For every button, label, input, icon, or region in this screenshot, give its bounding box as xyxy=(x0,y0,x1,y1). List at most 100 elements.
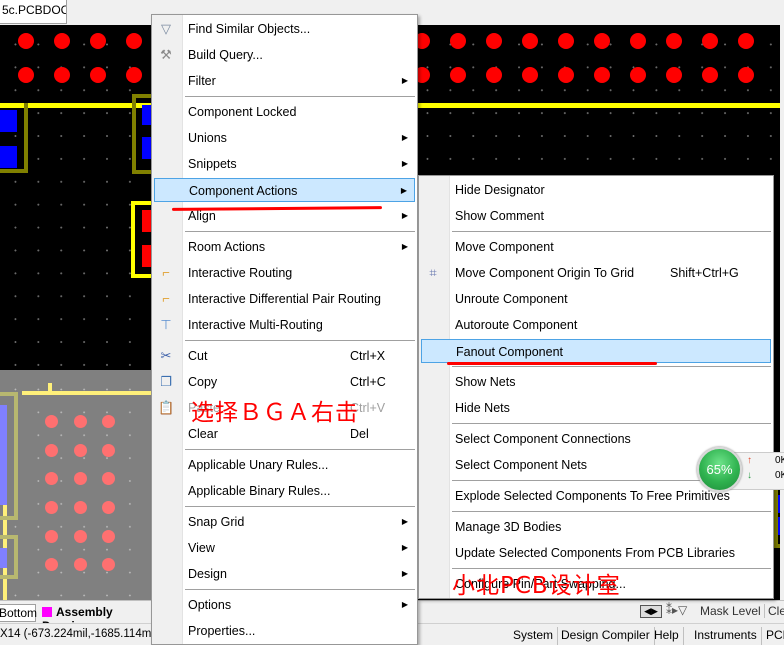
panel-button-system[interactable]: System xyxy=(509,627,559,645)
network-speed-widget[interactable]: 65% ↑ ↓ 0K/s 0K/s xyxy=(697,447,784,492)
download-arrow-icon: ↓ xyxy=(747,470,752,481)
menu-item-label: Update Selected Components From PCB Libr… xyxy=(455,546,735,560)
menu-item-view[interactable]: View ▶ xyxy=(154,536,415,560)
upload-speed: 0K/s xyxy=(775,455,784,466)
menu-item-label: Component Actions xyxy=(189,184,298,198)
annotation-underline xyxy=(447,362,657,365)
bga-pad xyxy=(45,530,58,543)
submenu-arrow-icon: ▶ xyxy=(400,186,407,195)
menu-item-move-component[interactable]: Move Component xyxy=(421,235,771,259)
bga-pad xyxy=(74,444,87,457)
layer-tab-bottom[interactable]: Bottom xyxy=(0,604,37,622)
submenu-arrow-icon: ▶ xyxy=(401,76,408,85)
funnel-icon: ▽ xyxy=(161,21,171,36)
menu-item-properties[interactable]: Properties... xyxy=(154,619,415,643)
menu-item-find-similar-objects[interactable]: ▽ Find Similar Objects... xyxy=(154,17,415,41)
coordinate-readout: X14 (-673.224mil,-1685.114mil) o xyxy=(0,628,170,640)
menu-item-label: Options xyxy=(188,598,232,612)
menu-item-applicable-unary-rules[interactable]: Applicable Unary Rules... xyxy=(154,453,415,477)
menu-item-show-nets[interactable]: Show Nets xyxy=(421,370,771,394)
paste-icon: 📋 xyxy=(158,400,175,415)
menu-item-filter[interactable]: Filter ▶ xyxy=(154,69,415,93)
pad xyxy=(702,67,718,83)
scissors-icon: ✂ xyxy=(160,348,172,363)
menu-item-label: Room Actions xyxy=(188,240,266,254)
menu-item-label: Unroute Component xyxy=(455,292,568,306)
menu-item-shortcut: Shift+Ctrl+G xyxy=(670,266,739,280)
submenu-arrow-icon: ▶ xyxy=(401,600,408,609)
menu-item-hide-designator[interactable]: Hide Designator xyxy=(421,178,771,202)
panel-button-instruments[interactable]: Instruments xyxy=(690,627,762,645)
menu-item-label: Manage 3D Bodies xyxy=(455,520,562,534)
menu-item-label: Hide Nets xyxy=(455,401,510,415)
menu-item-label: Snap Grid xyxy=(188,515,245,529)
menu-item-build-query[interactable]: ⚒ Build Query... xyxy=(154,43,415,67)
menu-item-unroute-component[interactable]: Unroute Component xyxy=(421,287,771,311)
menu-item-cut[interactable]: ✂ Cut Ctrl+X xyxy=(154,344,415,368)
menu-separator xyxy=(185,231,415,232)
copy-icon: ❐ xyxy=(160,374,172,389)
pad xyxy=(702,33,718,49)
menu-item-snippets[interactable]: Snippets ▶ xyxy=(154,152,415,176)
bga-area xyxy=(0,370,152,600)
route-icon: ⌐ xyxy=(162,265,170,280)
bga-pad xyxy=(45,558,58,571)
menu-item-label: Applicable Unary Rules... xyxy=(188,458,329,472)
menu-item-snap-grid[interactable]: Snap Grid ▶ xyxy=(154,510,415,534)
smd-pad-dimmed xyxy=(0,548,7,568)
layer-nav-arrows[interactable]: ◀▶ xyxy=(640,605,662,618)
menu-item-unions[interactable]: Unions ▶ xyxy=(154,126,415,150)
trace-dimmed xyxy=(48,383,52,395)
bga-pad xyxy=(45,472,58,485)
menu-item-fanout-component[interactable]: Fanout Component xyxy=(421,339,771,363)
menu-item-interactive-differential-pair-routing[interactable]: ⌐ Interactive Differential Pair Routing xyxy=(154,287,415,311)
trace-dimmed xyxy=(22,391,152,395)
menu-item-move-component-origin-to-grid[interactable]: ⌗ Move Component Origin To Grid Shift+Ctrl… xyxy=(421,261,771,285)
menu-item-hide-nets[interactable]: Hide Nets xyxy=(421,396,771,420)
bga-pad xyxy=(74,530,87,543)
bga-pad xyxy=(74,472,87,485)
pad xyxy=(630,67,646,83)
menu-item-show-comment[interactable]: Show Comment xyxy=(421,204,771,228)
panel-button-pcb[interactable]: PCB xyxy=(762,627,784,645)
diff-pair-route-icon: ⌐ xyxy=(162,291,170,306)
layer-tab-assembly[interactable]: Assembly Drawin xyxy=(38,604,154,633)
bga-pad xyxy=(45,444,58,457)
submenu-arrow-icon: ▶ xyxy=(401,133,408,142)
menu-item-autoroute-component[interactable]: Autoroute Component xyxy=(421,313,771,337)
bga-pad xyxy=(102,530,115,543)
menu-item-label: Find Similar Objects... xyxy=(188,22,311,36)
menu-item-manage-3d-bodies[interactable]: Manage 3D Bodies xyxy=(421,515,771,539)
menu-separator xyxy=(452,231,771,232)
panel-button-help[interactable]: Help xyxy=(650,627,684,645)
menu-item-room-actions[interactable]: Room Actions ▶ xyxy=(154,235,415,259)
menu-item-design[interactable]: Design ▶ xyxy=(154,562,415,586)
pad xyxy=(90,67,106,83)
bga-pad xyxy=(45,501,58,514)
mask-level-button[interactable]: Mask Level xyxy=(700,604,761,618)
menu-item-update-selected-components-from-pcb-libraries[interactable]: Update Selected Components From PCB Libr… xyxy=(421,541,771,565)
component-actions-submenu: Hide Designator Show Comment Move Componen… xyxy=(418,175,774,599)
menu-separator xyxy=(185,340,415,341)
bga-pad xyxy=(102,444,115,457)
panel-button-design-compiler[interactable]: Design Compiler xyxy=(557,627,655,645)
mask-filter-icons[interactable]: ⁑▸▽ xyxy=(666,603,687,617)
clear-button[interactable]: Cle xyxy=(764,604,784,618)
menu-item-label: Applicable Binary Rules... xyxy=(188,484,331,498)
menu-item-applicable-binary-rules[interactable]: Applicable Binary Rules... xyxy=(154,479,415,503)
document-tab[interactable]: 5c.PCBDOC * xyxy=(0,0,67,24)
menu-item-label: Snippets xyxy=(188,157,237,171)
menu-item-label: Unions xyxy=(188,131,227,145)
smd-pad-dimmed xyxy=(0,405,7,505)
menu-item-copy[interactable]: ❐ Copy Ctrl+C xyxy=(154,370,415,394)
menu-item-options[interactable]: Options ▶ xyxy=(154,593,415,617)
pad xyxy=(450,33,466,49)
menu-item-component-actions[interactable]: Component Actions ▶ xyxy=(154,178,415,202)
menu-item-component-locked[interactable]: Component Locked xyxy=(154,100,415,124)
menu-item-interactive-routing[interactable]: ⌐ Interactive Routing xyxy=(154,261,415,285)
memory-usage-ball[interactable]: 65% xyxy=(697,447,742,492)
pad xyxy=(126,67,142,83)
menu-item-label: Move Component Origin To Grid xyxy=(455,266,635,280)
menu-item-interactive-multi-routing[interactable]: ⊤ Interactive Multi-Routing xyxy=(154,313,415,337)
menu-separator xyxy=(452,511,771,512)
